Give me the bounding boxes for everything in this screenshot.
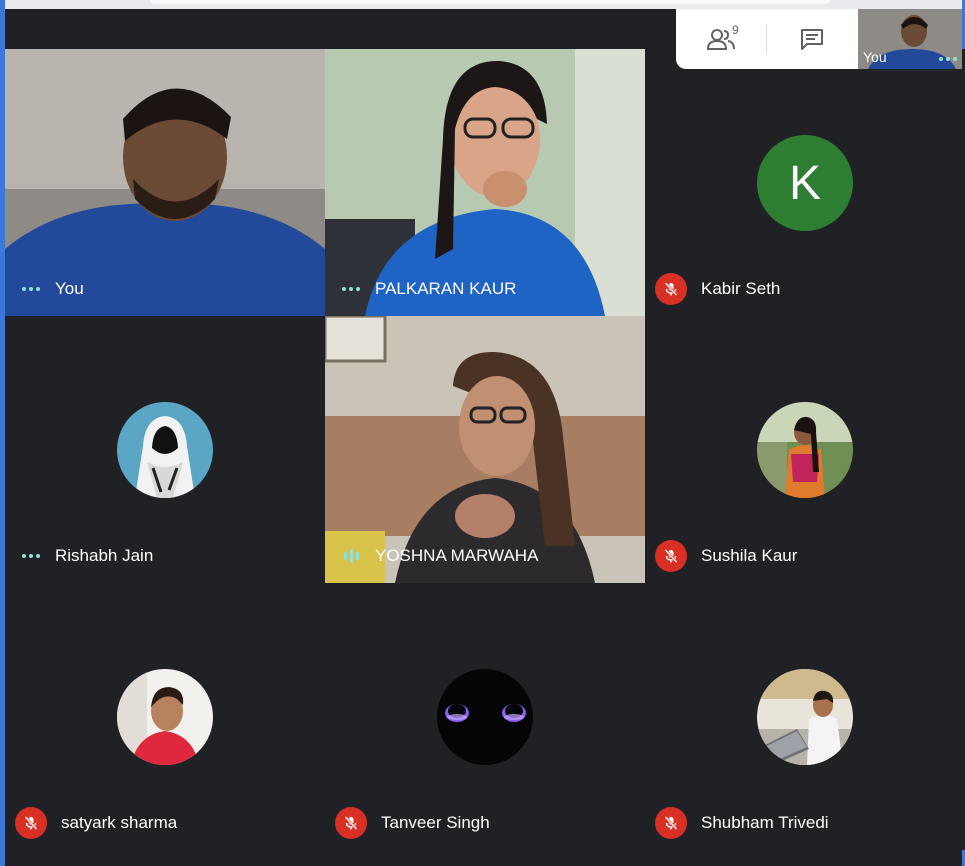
participant-name: PALKARAN KAUR <box>375 279 517 298</box>
participant-label: PALKARAN KAUR <box>341 278 516 300</box>
participant-tile-sushila-kaur[interactable]: Sushila Kaur <box>645 316 965 583</box>
participant-video-yoshna-marwaha <box>325 316 645 583</box>
chat-icon <box>801 29 823 50</box>
mic-off-icon <box>335 807 367 839</box>
participant-tile-satyark-sharma[interactable]: satyark sharma <box>5 583 325 850</box>
participant-tile-tanveer-singh[interactable]: Tanveer Singh <box>325 583 645 850</box>
participant-label: Shubham Trivedi <box>655 807 829 839</box>
participant-tile-kabir-seth[interactable]: K Kabir Seth <box>645 49 965 316</box>
participant-name: Sushila Kaur <box>701 546 798 565</box>
top-controls-panel: 9 <box>676 9 858 69</box>
participant-video-palkaran-kaur <box>325 49 645 316</box>
speaking-indicator-icon <box>341 549 361 563</box>
participant-video-you <box>5 49 325 316</box>
participant-name: Kabir Seth <box>701 279 781 298</box>
participant-name: satyark sharma <box>61 813 178 832</box>
participant-name: Shubham Trivedi <box>701 813 829 832</box>
participant-label: YOSHNA MARWAHA <box>341 545 538 567</box>
mic-off-icon <box>655 540 687 572</box>
participant-label: Rishabh Jain <box>21 545 153 567</box>
participant-name: YOSHNA MARWAHA <box>375 546 539 565</box>
avatar <box>117 402 213 498</box>
participant-name: Tanveer Singh <box>381 813 490 832</box>
mic-off-icon <box>655 807 687 839</box>
more-options-icon[interactable] <box>341 287 361 291</box>
self-view-thumbnail[interactable]: You <box>858 9 962 69</box>
participant-label: Sushila Kaur <box>655 540 798 572</box>
chat-button[interactable] <box>767 9 857 69</box>
avatar <box>757 402 853 498</box>
participant-label: You <box>21 278 84 300</box>
participant-tile-yoshna-marwaha[interactable]: YOSHNA MARWAHA <box>325 316 645 583</box>
avatar <box>757 669 853 765</box>
participant-label: Tanveer Singh <box>335 807 490 839</box>
avatar <box>437 669 533 765</box>
participants-button[interactable]: 9 <box>676 9 766 69</box>
avatar: K <box>757 135 853 231</box>
participant-name: Rishabh Jain <box>55 546 154 565</box>
participant-name: You <box>55 279 84 298</box>
participant-tile-rishabh-jain[interactable]: Rishabh Jain <box>5 316 325 583</box>
avatar <box>117 669 213 765</box>
browser-top-strip <box>0 0 965 9</box>
participant-tile-you[interactable]: You <box>5 49 325 316</box>
participants-count: 9 <box>732 23 739 37</box>
participant-tile-shubham-trivedi[interactable]: Shubham Trivedi <box>645 583 965 850</box>
self-view-label: You <box>863 49 887 65</box>
participant-tile-palkaran-kaur[interactable]: PALKARAN KAUR <box>325 49 645 316</box>
more-options-icon[interactable] <box>21 287 41 291</box>
mic-off-icon <box>15 807 47 839</box>
participant-label: Kabir Seth <box>655 273 781 305</box>
more-options-icon[interactable] <box>21 554 41 558</box>
mic-off-icon <box>655 273 687 305</box>
participant-label: satyark sharma <box>15 807 178 839</box>
more-options-icon[interactable] <box>938 57 958 61</box>
